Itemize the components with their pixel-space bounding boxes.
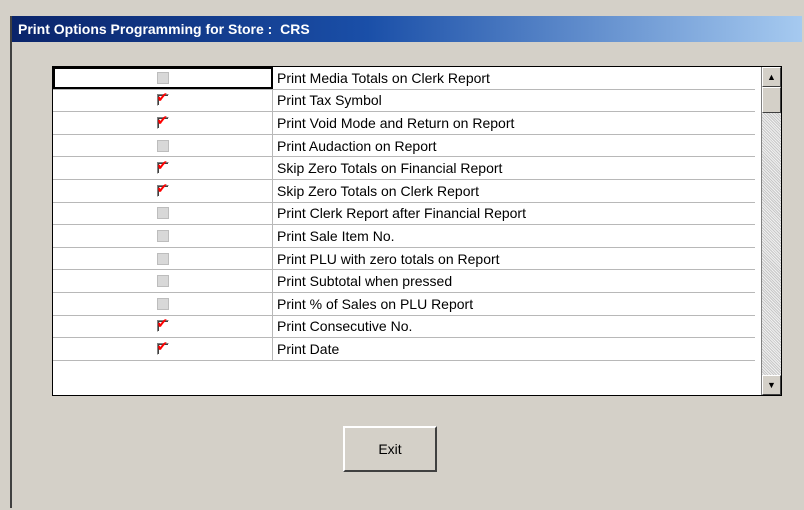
vertical-scrollbar[interactable]: ▲ ▼ bbox=[761, 67, 781, 395]
option-checkbox[interactable]: ✔ bbox=[156, 90, 169, 107]
option-checkbox[interactable]: ✔ bbox=[156, 112, 169, 129]
table-row[interactable]: ✔ Print Void Mode and Return on Report bbox=[53, 112, 755, 135]
scroll-thumb[interactable] bbox=[762, 87, 781, 113]
option-label: Skip Zero Totals on Clerk Report bbox=[277, 182, 480, 199]
table-row[interactable]: ✔ Print Date bbox=[53, 338, 755, 361]
option-label: Print Media Totals on Clerk Report bbox=[277, 69, 490, 86]
table-row[interactable]: Print Audaction on Report bbox=[53, 134, 755, 158]
table-row[interactable]: Print Subtotal when pressed bbox=[53, 270, 755, 293]
option-checkbox[interactable]: ✔ bbox=[156, 316, 169, 333]
options-list: Print Media Totals on Clerk Report ✔ Print… bbox=[53, 67, 755, 361]
checkbox-cell[interactable]: ✔ bbox=[53, 315, 273, 338]
option-checkbox[interactable]: ✔ bbox=[156, 338, 169, 355]
checkbox-cell[interactable] bbox=[53, 247, 273, 270]
table-row[interactable]: Print Clerk Report after Financial Repor… bbox=[53, 202, 755, 226]
option-checkbox[interactable] bbox=[156, 297, 169, 310]
window-title: Print Options Programming for Store : CR… bbox=[18, 21, 310, 37]
checkbox-cell[interactable]: ✔ bbox=[53, 338, 273, 360]
option-checkbox[interactable]: ✔ bbox=[156, 180, 169, 197]
checkbox-cell[interactable]: ✔ bbox=[53, 179, 273, 202]
print-options-window: Print Options Programming for Store : CR… bbox=[10, 16, 802, 508]
checkbox-cell[interactable] bbox=[53, 134, 273, 157]
checkmark-icon: ✔ bbox=[156, 180, 169, 197]
table-row[interactable]: ✔ Print Tax Symbol bbox=[53, 89, 755, 113]
option-checkbox[interactable] bbox=[156, 71, 169, 84]
table-row[interactable]: Print % of Sales on PLU Report bbox=[53, 292, 755, 316]
checkmark-icon: ✔ bbox=[156, 158, 169, 175]
option-checkbox[interactable] bbox=[156, 229, 169, 242]
option-label: Print % of Sales on PLU Report bbox=[277, 295, 474, 312]
option-label: Print Date bbox=[277, 340, 340, 357]
checkbox-cell[interactable] bbox=[53, 292, 273, 315]
checkbox-cell[interactable]: ✔ bbox=[53, 112, 273, 134]
arrow-up-icon: ▲ bbox=[767, 72, 776, 82]
option-label: Print Consecutive No. bbox=[277, 318, 413, 335]
checkmark-icon: ✔ bbox=[156, 338, 169, 355]
table-row[interactable]: ✔ Skip Zero Totals on Clerk Report bbox=[53, 179, 755, 203]
option-label: Print Void Mode and Return on Report bbox=[277, 114, 515, 131]
checkmark-icon: ✔ bbox=[156, 112, 169, 129]
checkbox-cell[interactable] bbox=[53, 67, 273, 89]
table-row[interactable]: Print Media Totals on Clerk Report bbox=[53, 67, 755, 90]
option-label: Print Audaction on Report bbox=[277, 137, 437, 154]
option-label: Print Subtotal when pressed bbox=[277, 273, 453, 290]
table-row[interactable]: Print PLU with zero totals on Report bbox=[53, 247, 755, 271]
checkbox-cell[interactable]: ✔ bbox=[53, 157, 273, 179]
scroll-down-button[interactable]: ▼ bbox=[762, 375, 781, 395]
option-label: Print Sale Item No. bbox=[277, 227, 395, 244]
checkmark-icon: ✔ bbox=[156, 316, 169, 333]
arrow-down-icon: ▼ bbox=[767, 380, 776, 390]
table-row[interactable]: Print Sale Item No. bbox=[53, 225, 755, 248]
checkbox-cell[interactable]: ✔ bbox=[53, 89, 273, 112]
option-checkbox[interactable] bbox=[156, 139, 169, 152]
checkbox-cell[interactable] bbox=[53, 202, 273, 225]
title-bar: Print Options Programming for Store : CR… bbox=[12, 16, 802, 42]
option-checkbox[interactable] bbox=[156, 252, 169, 265]
option-label: Print Tax Symbol bbox=[277, 92, 382, 109]
table-row[interactable]: ✔ Print Consecutive No. bbox=[53, 315, 755, 339]
option-checkbox[interactable] bbox=[156, 207, 169, 220]
exit-button[interactable]: Exit bbox=[343, 426, 437, 472]
option-label: Skip Zero Totals on Financial Report bbox=[277, 160, 503, 177]
checkbox-cell[interactable] bbox=[53, 270, 273, 292]
checkmark-icon: ✔ bbox=[156, 90, 169, 107]
table-row[interactable]: ✔ Skip Zero Totals on Financial Report bbox=[53, 157, 755, 180]
options-grid: Print Media Totals on Clerk Report ✔ Print… bbox=[52, 66, 782, 396]
option-checkbox[interactable] bbox=[156, 275, 169, 288]
option-label: Print PLU with zero totals on Report bbox=[277, 250, 500, 267]
option-label: Print Clerk Report after Financial Repor… bbox=[277, 205, 526, 222]
scroll-up-button[interactable]: ▲ bbox=[762, 67, 781, 87]
option-checkbox[interactable]: ✔ bbox=[156, 158, 169, 175]
checkbox-cell[interactable] bbox=[53, 225, 273, 247]
